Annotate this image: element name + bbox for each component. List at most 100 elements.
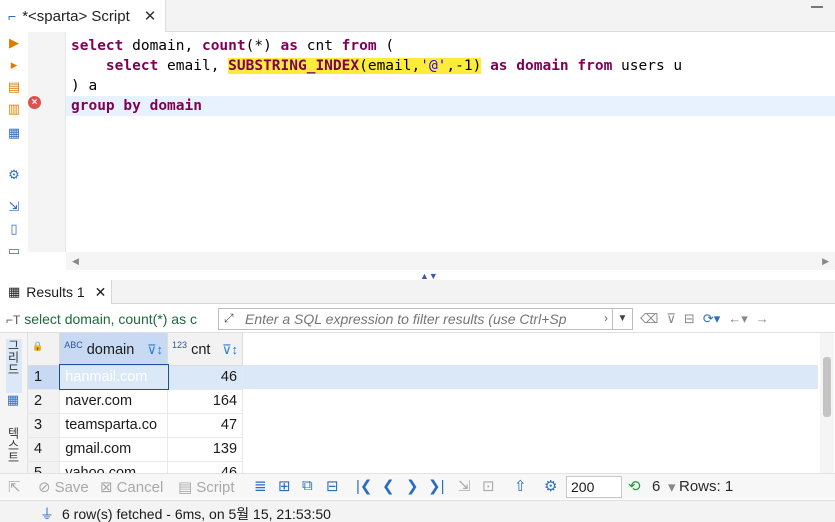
execute-statement-icon[interactable]: ▶ xyxy=(7,36,21,50)
refresh-mode-icon[interactable]: ⟳▾ xyxy=(703,311,720,327)
filter-input[interactable] xyxy=(245,311,605,327)
cell-cnt[interactable]: 47 xyxy=(167,413,244,438)
row-number[interactable]: 4 xyxy=(28,437,61,462)
grid-header-row: 🔒 ABC domain ⊽↕ 123 cnt ⊽↕ xyxy=(28,333,818,366)
filter-tools: ⌫ ⊽ ⊟ ⟳▾ ←▾ → xyxy=(640,311,769,327)
settings-gear-icon[interactable]: ⚙ xyxy=(7,168,21,182)
copy-row-icon[interactable]: ⧉ xyxy=(302,477,313,494)
scroll-left-icon[interactable]: ◀ xyxy=(72,256,79,267)
close-icon[interactable]: ✕ xyxy=(144,7,157,25)
grid-view-tab[interactable]: 그리드 xyxy=(6,339,22,393)
column-header-domain[interactable]: ABC domain ⊽↕ xyxy=(59,333,169,366)
lock-icon: 🔒 xyxy=(32,340,44,351)
sql-line-1: select domain, count(*) as cnt from ( xyxy=(71,38,395,54)
table-row[interactable]: 5 yahoo.com 46 xyxy=(28,461,818,473)
fetch-size-input[interactable]: 200 xyxy=(566,476,622,498)
error-marker-icon: × xyxy=(28,96,41,109)
table-row[interactable]: 4 gmail.com 139 xyxy=(28,437,818,462)
save-script-icon[interactable]: ▭ xyxy=(7,244,21,258)
cell-cnt[interactable]: 139 xyxy=(167,437,244,462)
nav-forward-icon[interactable]: → xyxy=(756,311,769,327)
row-add-icon[interactable]: ⇱ xyxy=(8,478,21,496)
previous-page-icon[interactable]: ❮ xyxy=(382,477,395,495)
editor-tab-script[interactable]: ⌐ *<sparta> Script ✕ xyxy=(0,0,166,32)
table-row[interactable]: 3 teamsparta.co 47 xyxy=(28,413,818,438)
grid-vertical-scrollbar[interactable] xyxy=(820,333,834,473)
sort-filter-icon[interactable]: ⊽↕ xyxy=(222,342,238,358)
filter-settings-icon[interactable]: ⊽ xyxy=(666,311,676,327)
sql-file-icon: ⌐ xyxy=(8,8,17,24)
script-button[interactable]: ▤ Script xyxy=(178,478,235,497)
table-row[interactable]: 1 hanmail.com 46 xyxy=(28,364,818,390)
cell-domain[interactable]: teamsparta.co xyxy=(59,413,169,438)
fetch-all-icon[interactable]: ⊡ xyxy=(482,477,495,495)
results-grid[interactable]: 🔒 ABC domain ⊽↕ 123 cnt ⊽↕ 1 hanmail.com… xyxy=(28,333,818,473)
sort-filter-icon[interactable]: ⊽↕ xyxy=(147,342,163,358)
status-text: 6 row(s) fetched - 6ms, on 5월 15, 21:53:… xyxy=(62,506,331,522)
dropdown-chevron-icon[interactable]: ▾ xyxy=(668,478,676,496)
cell-cnt[interactable]: 46 xyxy=(167,461,244,473)
results-view-tabs: 그리드 ▦ 텍스트 xyxy=(0,333,28,473)
row-number[interactable]: 3 xyxy=(28,413,61,438)
save-button-label: Save xyxy=(54,478,89,496)
script-button-label: Script xyxy=(196,478,235,496)
filter-history-icon[interactable]: ⊟ xyxy=(684,311,695,327)
grid-empty-cell xyxy=(242,365,818,389)
cell-cnt[interactable]: 164 xyxy=(167,389,244,414)
results-tab[interactable]: ▦ Results 1 ✕ xyxy=(0,280,112,304)
close-icon[interactable]: ✕ xyxy=(95,284,107,301)
refresh-icon[interactable]: ⟲ xyxy=(628,477,641,495)
scrollbar-thumb[interactable] xyxy=(823,357,831,417)
edit-row-icon[interactable]: ≣ xyxy=(254,477,267,495)
row-number[interactable]: 5 xyxy=(28,461,61,473)
cell-domain[interactable]: naver.com xyxy=(59,389,169,414)
results-tab-label: Results 1 xyxy=(26,284,85,300)
fetch-next-icon[interactable]: ⇲ xyxy=(458,477,471,495)
settings-gear-icon[interactable]: ⚙ xyxy=(544,477,557,495)
cell-cnt[interactable]: 46 xyxy=(167,365,244,390)
save-button[interactable]: ⊘ Save xyxy=(38,478,89,497)
delete-row-icon[interactable]: ⊟ xyxy=(326,477,339,495)
cancel-button[interactable]: ⊠ Cancel xyxy=(100,478,164,497)
filter-history-dropdown-icon[interactable]: › xyxy=(604,311,608,325)
cell-domain[interactable]: gmail.com xyxy=(59,437,169,462)
cancel-icon: ⊠ xyxy=(100,479,113,496)
export-data-icon[interactable]: ⇧ xyxy=(514,477,527,495)
column-header-cnt[interactable]: 123 cnt ⊽↕ xyxy=(167,333,244,366)
cell-domain[interactable]: hanmail.com xyxy=(58,364,169,390)
scroll-right-icon[interactable]: ▶ xyxy=(822,256,829,267)
sql-editor[interactable]: select domain, count(*) as cnt from ( se… xyxy=(66,32,835,252)
expand-icon[interactable]: ⤢ xyxy=(224,311,234,326)
execute-script-new-tab-icon[interactable]: ▥ xyxy=(7,102,21,116)
last-page-icon[interactable]: ❯| xyxy=(428,477,444,495)
row-number[interactable]: 2 xyxy=(28,389,61,414)
execute-script-icon[interactable]: ▤ xyxy=(7,80,21,94)
grid-icon[interactable]: ▦ xyxy=(6,393,20,407)
row-number[interactable]: 1 xyxy=(28,365,61,390)
minimize-icon[interactable] xyxy=(811,6,823,8)
eraser-icon[interactable]: ⌫ xyxy=(640,311,658,327)
filter-input-box[interactable]: ⤢ › ▼ xyxy=(218,308,633,330)
results-toolbar: ⇱ ⊘ Save ⊠ Cancel ▤ Script ≣ ⊞ ⧉ ⊟ |❮ ❮ ❯ ❯… xyxy=(0,473,835,499)
execute-in-new-tab-icon[interactable]: ▸ xyxy=(7,58,21,72)
grid-empty-cell xyxy=(242,413,818,437)
table-row[interactable]: 2 naver.com 164 xyxy=(28,389,818,414)
rows-count-label: Rows: 1 xyxy=(679,478,734,495)
grid-empty-header xyxy=(242,333,818,365)
grid-empty-cell xyxy=(242,461,818,473)
nav-back-icon[interactable]: ←▾ xyxy=(728,311,748,327)
editor-horizontal-scrollbar[interactable]: ◀ ▶ xyxy=(66,252,835,270)
cancel-button-label: Cancel xyxy=(116,478,164,496)
editor-side-toolbar: ▶ ▸ ▤ ▥ ▦ ⚙ ⇲ ▯ ▭ xyxy=(0,32,28,272)
first-page-icon[interactable]: |❮ xyxy=(356,477,372,495)
explain-plan-icon[interactable]: ▦ xyxy=(7,126,21,140)
cell-domain[interactable]: yahoo.com xyxy=(59,461,169,473)
chevron-down-icon[interactable]: ▼ xyxy=(612,309,632,329)
text-view-tab[interactable]: 텍스트 xyxy=(6,427,22,473)
add-row-icon[interactable]: ⊞ xyxy=(278,477,291,495)
query-title[interactable]: ⌐T select domain, count(*) as c xyxy=(6,311,216,327)
next-page-icon[interactable]: ❯ xyxy=(406,477,419,495)
save-icon: ⊘ xyxy=(38,479,51,496)
export-icon[interactable]: ⇲ xyxy=(7,200,21,214)
load-script-icon[interactable]: ▯ xyxy=(7,222,21,236)
